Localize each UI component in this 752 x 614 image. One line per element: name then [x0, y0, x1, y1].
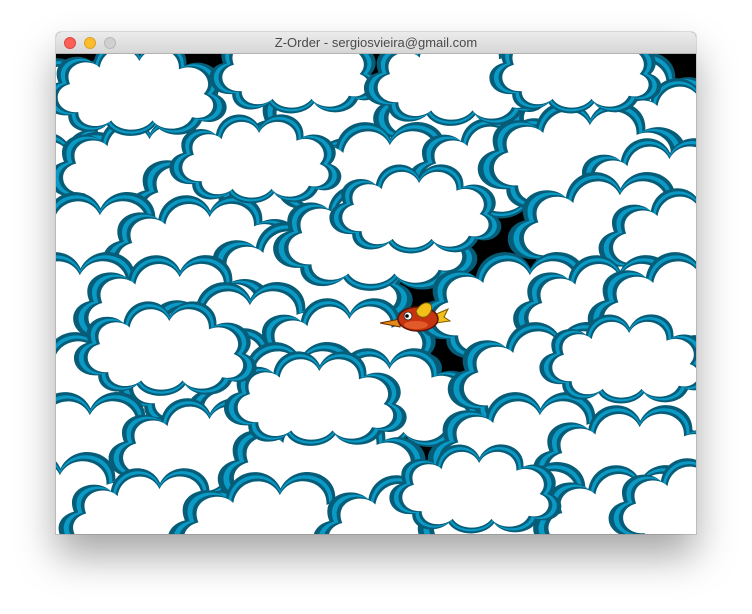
window-title: Z-Order - sergiosvieira@gmail.com — [274, 35, 478, 50]
title-bar[interactable]: Z-Order - sergiosvieira@gmail.com — [56, 32, 696, 54]
cloud-layer — [56, 54, 696, 534]
app-window: Z-Order - sergiosvieira@gmail.com — [56, 32, 696, 534]
game-canvas[interactable] — [56, 54, 696, 534]
game-scene — [56, 54, 696, 534]
